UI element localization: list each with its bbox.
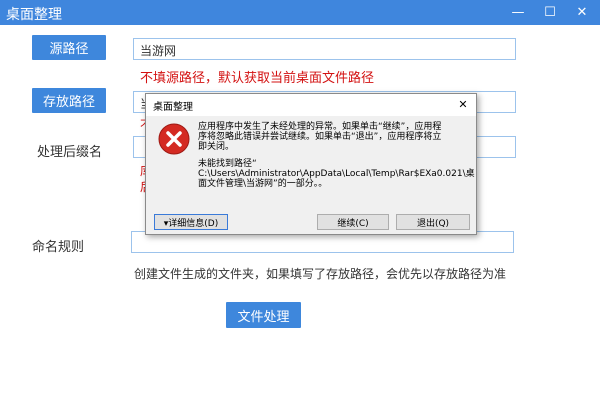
minimize-button[interactable]: — [502,0,534,25]
error-icon [158,123,190,155]
dialog-path-message: 未能找到路径“ C:\Users\Administrator\AppData\L… [198,159,475,189]
close-button[interactable]: ✕ [566,0,598,25]
source-path-input[interactable]: 当游网 [133,38,516,60]
suffix-label: 处理后缀名 [37,145,103,160]
store-path-button[interactable]: 存放路径 [32,88,106,113]
dialog-message: 应用程序中发生了未经处理的异常。如果单击“继续”，应用程 序将忽略此错误并尝试继… [198,122,442,152]
dialog-close-button[interactable]: ✕ [453,95,473,113]
exit-button[interactable]: 退出(Q) [396,214,470,230]
window-title: 桌面整理 [6,7,62,23]
process-files-button[interactable]: 文件处理 [226,302,301,328]
source-path-hint: 不填源路径，默认获取当前桌面文件路径 [140,71,375,86]
details-button[interactable]: ▾详细信息(D) [154,214,228,230]
dialog-title-bar: 桌面整理 ✕ [146,94,476,116]
source-path-button[interactable]: 源路径 [32,35,106,60]
error-dialog: 桌面整理 ✕ 应用程序中发生了未经处理的异常。如果单击“继续”，应用程 序将忽略… [145,93,477,235]
maximize-button[interactable]: ☐ [534,0,566,25]
naming-rule-note: 创建文件生成的文件夹，如果填写了存放路径，会优先以存放路径为准 [134,267,507,281]
continue-button[interactable]: 继续(C) [317,214,389,230]
title-bar: 桌面整理 — ☐ ✕ [0,0,600,25]
naming-rule-label: 命名规则 [32,240,85,255]
dialog-title: 桌面整理 [153,102,193,113]
